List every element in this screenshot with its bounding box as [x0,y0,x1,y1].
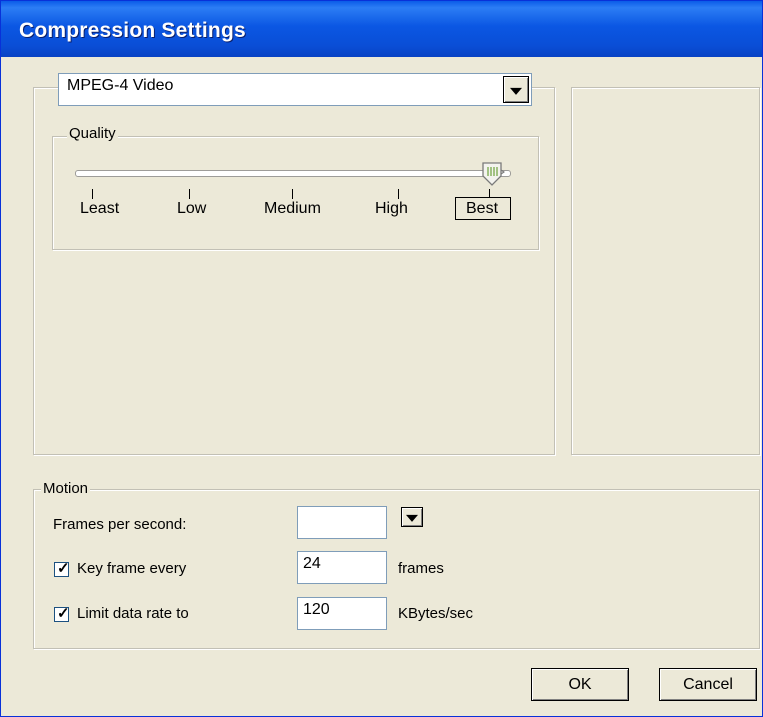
quality-legend: Quality [67,125,118,142]
quality-slider[interactable] [75,162,515,191]
title-bar[interactable]: Compression Settings [1,1,762,57]
quality-tick [92,189,93,199]
fps-label: Frames per second: [53,516,187,533]
keyframe-input[interactable]: 24 [297,551,387,584]
quality-label-high[interactable]: High [375,200,408,218]
quality-tick [398,189,399,199]
chevron-down-icon [406,514,418,522]
keyframe-label[interactable]: Key frame every [77,560,186,577]
quality-group [52,136,539,250]
dialog-client-area: MPEG-4 Video Quality Least Low Medium Hi… [5,57,760,716]
datarate-input[interactable]: 120 [297,597,387,630]
compressor-selected-value: MPEG-4 Video [67,77,174,94]
quality-tick [189,189,190,199]
slider-thumb[interactable] [481,161,506,186]
keyframe-checkbox[interactable]: ✓ [54,560,70,577]
keyframe-value: 24 [303,555,321,572]
checkmark-icon: ✓ [57,605,70,622]
preview-panel [571,87,760,455]
keyframe-units: frames [398,560,444,577]
ok-button[interactable]: OK [531,668,629,701]
datarate-units: KBytes/sec [398,605,474,622]
cancel-button[interactable]: Cancel [659,668,757,701]
datarate-label[interactable]: Limit data rate to [77,605,189,622]
compression-settings-dialog: Compression Settings MPEG-4 Video Qualit… [0,0,763,717]
quality-label-low[interactable]: Low [177,200,206,218]
window-title: Compression Settings [19,19,246,42]
quality-label-least[interactable]: Least [80,200,119,218]
quality-label-best: Best [466,200,499,217]
slider-track [75,170,511,177]
compressor-select[interactable]: MPEG-4 Video [58,73,532,106]
motion-legend: Motion [41,480,91,497]
quality-label-best-box[interactable]: Best [455,197,511,220]
fps-input[interactable] [297,506,387,539]
checkmark-icon: ✓ [57,560,70,577]
compressor-dropdown-button[interactable] [503,76,529,103]
quality-tick [292,189,293,199]
fps-dropdown-button[interactable] [401,507,423,527]
datarate-checkbox[interactable]: ✓ [54,605,70,622]
slider-thumb-icon [482,162,506,186]
chevron-down-icon [510,87,522,95]
quality-label-medium[interactable]: Medium [264,200,321,218]
datarate-value: 120 [303,601,330,618]
